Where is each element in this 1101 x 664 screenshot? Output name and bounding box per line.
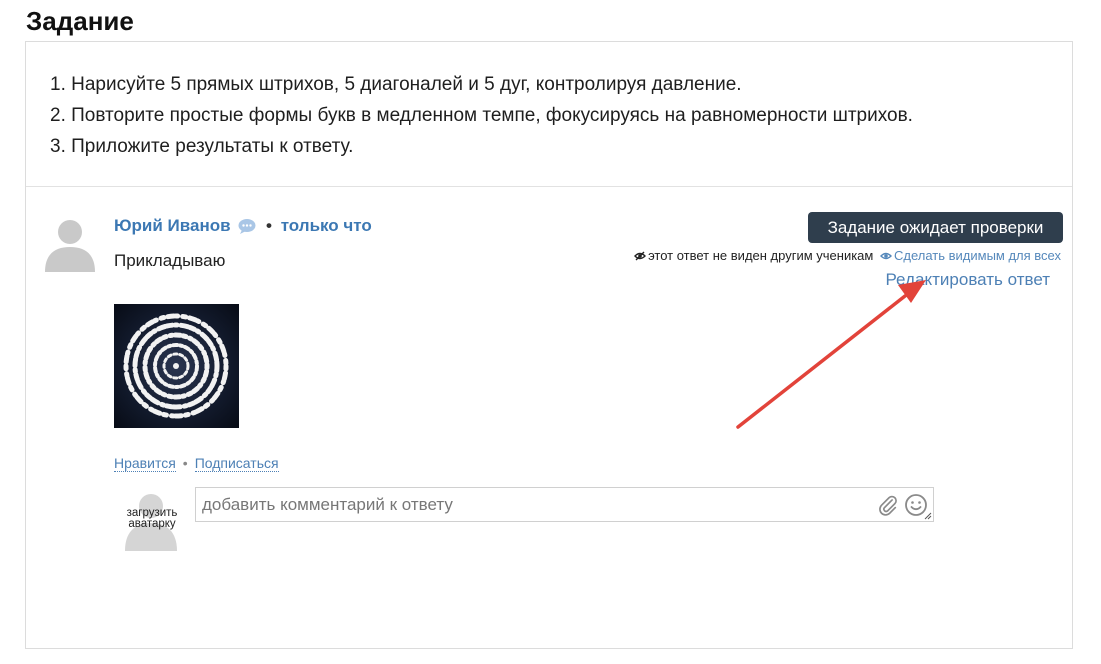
author-avatar[interactable] <box>41 214 99 272</box>
eye-off-icon <box>634 251 647 261</box>
upload-avatar-label[interactable]: загрузить аватарку <box>118 507 186 530</box>
answer-header: Юрий Иванов • только что <box>114 216 372 236</box>
answer-time[interactable]: только что <box>281 216 372 235</box>
attachment-thumbnail[interactable] <box>114 304 239 428</box>
author-name[interactable]: Юрий Иванов <box>114 216 231 235</box>
like-link[interactable]: Нравится <box>114 455 176 472</box>
answer-actions: Нравится • Подписаться <box>114 455 279 472</box>
review-status-button[interactable]: Задание ожидает проверки <box>808 212 1063 243</box>
make-visible-link[interactable]: Сделать видимым для всех <box>894 248 1061 263</box>
task-card: 1. Нарисуйте 5 прямых штрихов, 5 диагона… <box>25 41 1073 649</box>
header-separator: • <box>266 216 272 235</box>
task-item: 2. Повторите простые формы букв в медлен… <box>50 105 913 126</box>
task-item: 1. Нарисуйте 5 прямых штрихов, 5 диагона… <box>50 74 742 95</box>
divider <box>26 186 1072 187</box>
comment-box <box>195 487 934 522</box>
page-title: Задание <box>26 6 134 36</box>
calligraphy-image <box>123 313 229 419</box>
resize-grip-icon[interactable] <box>924 512 932 520</box>
actions-separator: • <box>182 455 188 471</box>
paperclip-icon[interactable] <box>877 494 899 516</box>
comment-input[interactable] <box>196 488 878 521</box>
subscribe-link[interactable]: Подписаться <box>194 455 279 472</box>
chat-bubble-icon <box>238 219 256 234</box>
visibility-note: этот ответ не виден другим ученикам <box>648 248 874 263</box>
visibility-row: этот ответ не виден другим ученикам Сдел… <box>634 248 1061 263</box>
task-item: 3. Приложите результаты к ответу. <box>50 136 354 157</box>
task-instructions: 1. Нарисуйте 5 прямых штрихов, 5 диагона… <box>50 69 913 162</box>
answer-text: Прикладываю <box>114 251 226 270</box>
eye-icon <box>879 252 892 260</box>
edit-answer-link[interactable]: Редактировать ответ <box>885 270 1050 290</box>
